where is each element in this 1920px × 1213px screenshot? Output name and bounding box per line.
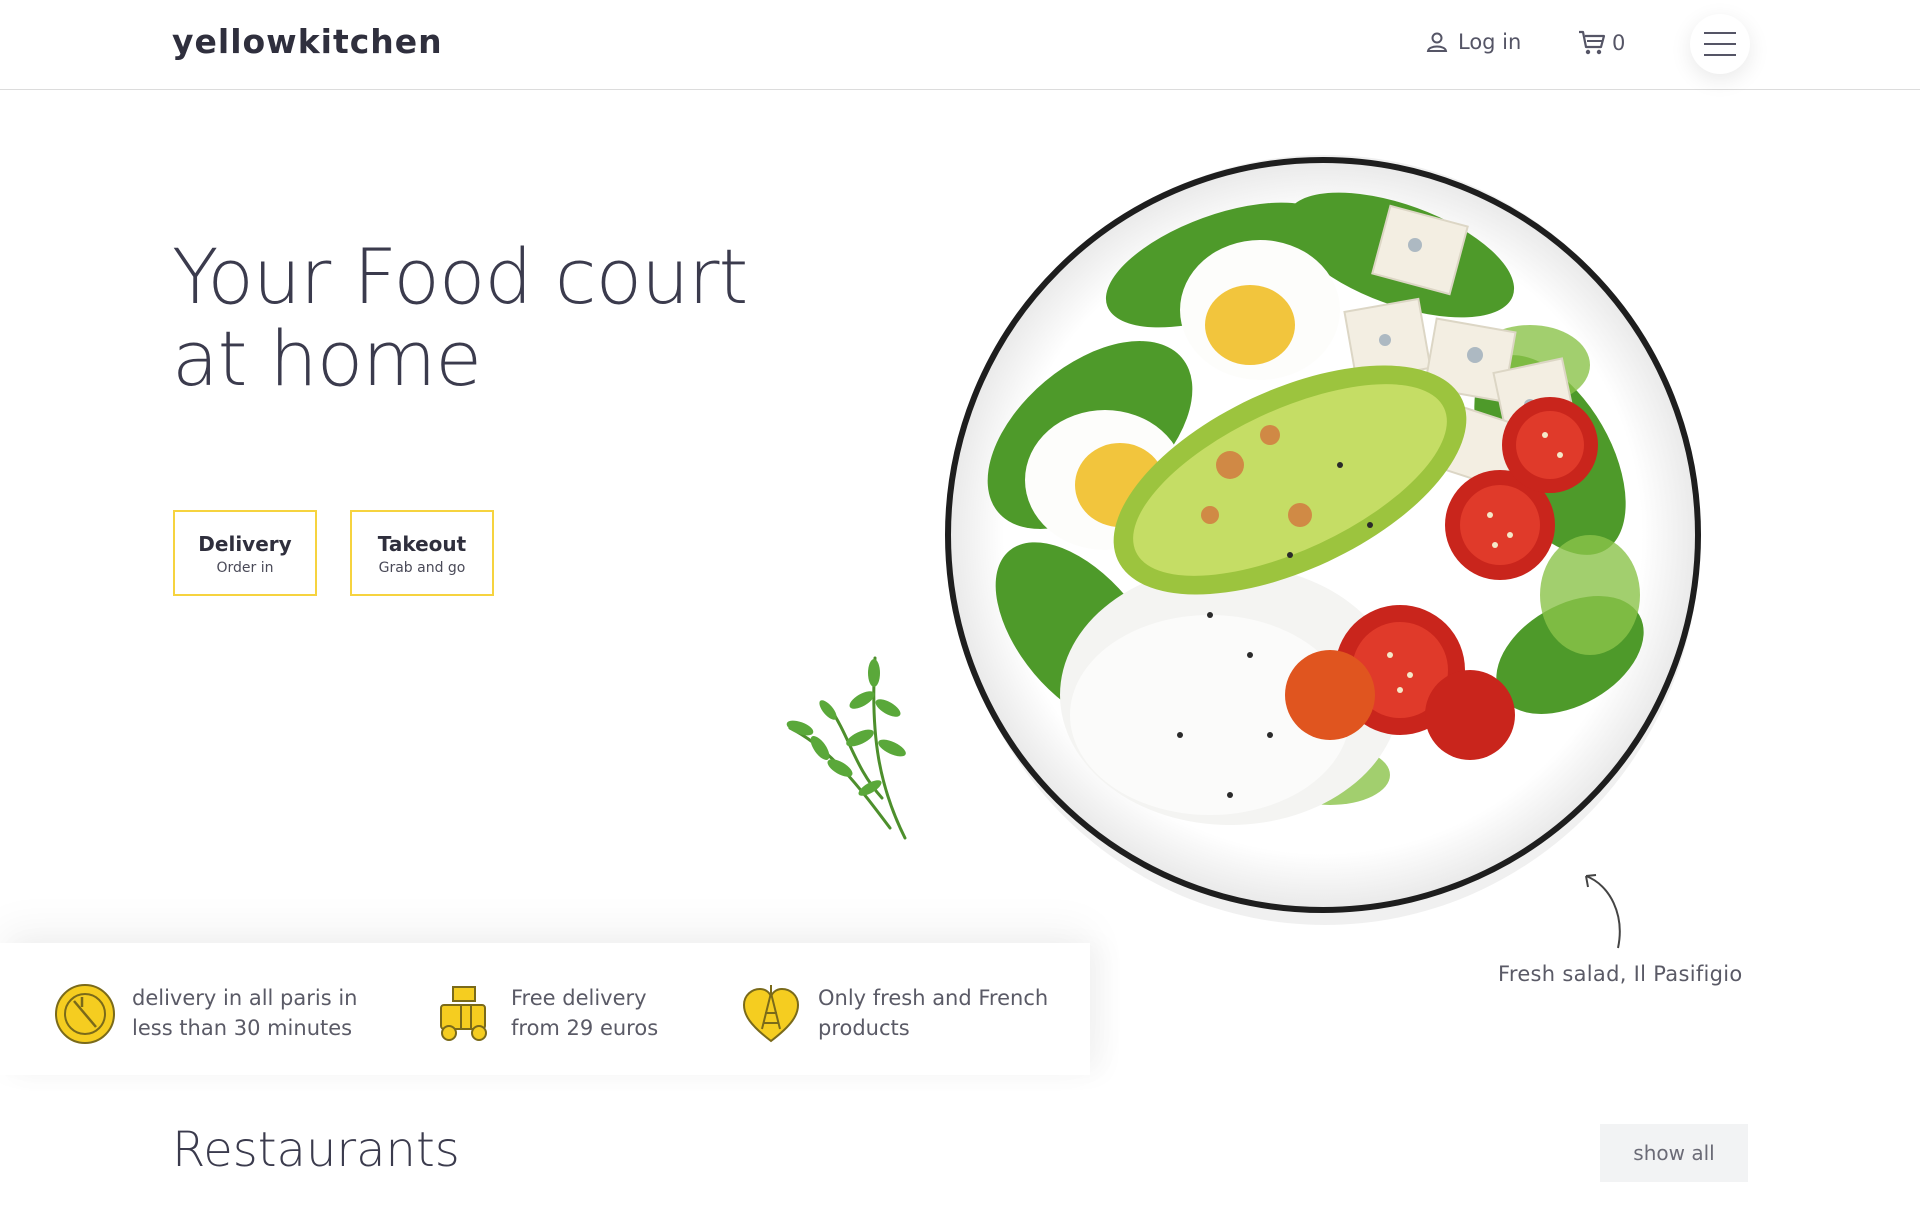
logo[interactable]: yellowkitchen: [172, 22, 443, 61]
login-label: Log in: [1458, 30, 1522, 54]
site-header: yellowkitchen Log in 0: [0, 0, 1920, 90]
takeout-button[interactable]: Takeout Grab and go: [350, 510, 494, 596]
caption-arrow-icon: [1585, 874, 1621, 949]
hero-title-line1: Your Food court: [172, 232, 748, 321]
hero-title-line2: at home: [172, 314, 482, 403]
takeout-button-label: Takeout: [377, 532, 467, 556]
arugula-sprig-image: [786, 656, 907, 840]
feature-line: from 29 euros: [511, 1016, 659, 1040]
cart-button[interactable]: 0: [1578, 30, 1625, 56]
takeout-button-sublabel: Grab and go: [378, 560, 466, 576]
feature-line: Free delivery: [511, 986, 647, 1010]
delivery-button-sublabel: Order in: [216, 560, 274, 576]
delivery-scooter-icon: [433, 983, 495, 1045]
cart-icon: [1578, 30, 1606, 56]
feature-line: less than 30 minutes: [132, 1016, 353, 1040]
feature-line: delivery in all paris in: [132, 986, 358, 1010]
feature-item: delivery in all paris in less than 30 mi…: [54, 983, 357, 1045]
hero-title: Your Food court at home: [172, 236, 812, 400]
image-caption: Fresh salad, Il Pasifigio: [1498, 962, 1743, 986]
delivery-button[interactable]: Delivery Order in: [173, 510, 317, 596]
features-bar: delivery in all paris in less than 30 mi…: [0, 943, 1090, 1075]
cart-count: 0: [1612, 31, 1626, 55]
clock-plate-icon: [54, 983, 116, 1045]
hamburger-icon: [1704, 30, 1736, 58]
restaurants-title: Restaurants: [172, 1122, 460, 1178]
show-all-button[interactable]: show all: [1600, 1124, 1748, 1182]
logo-highlight-text: yellow: [172, 22, 298, 61]
feature-line: products: [818, 1016, 910, 1040]
user-icon: [1426, 31, 1448, 53]
feature-item: Only fresh and French products: [740, 983, 1048, 1045]
feature-item: Free delivery from 29 euros: [433, 983, 658, 1045]
salad-bowl-image: [945, 155, 1701, 925]
delivery-button-label: Delivery: [198, 532, 292, 556]
feature-line: Only fresh and French: [818, 986, 1049, 1010]
login-link[interactable]: Log in: [1426, 30, 1521, 54]
eiffel-heart-icon: [740, 983, 802, 1045]
logo-text: kitchen: [297, 22, 443, 61]
menu-button[interactable]: [1690, 14, 1750, 74]
